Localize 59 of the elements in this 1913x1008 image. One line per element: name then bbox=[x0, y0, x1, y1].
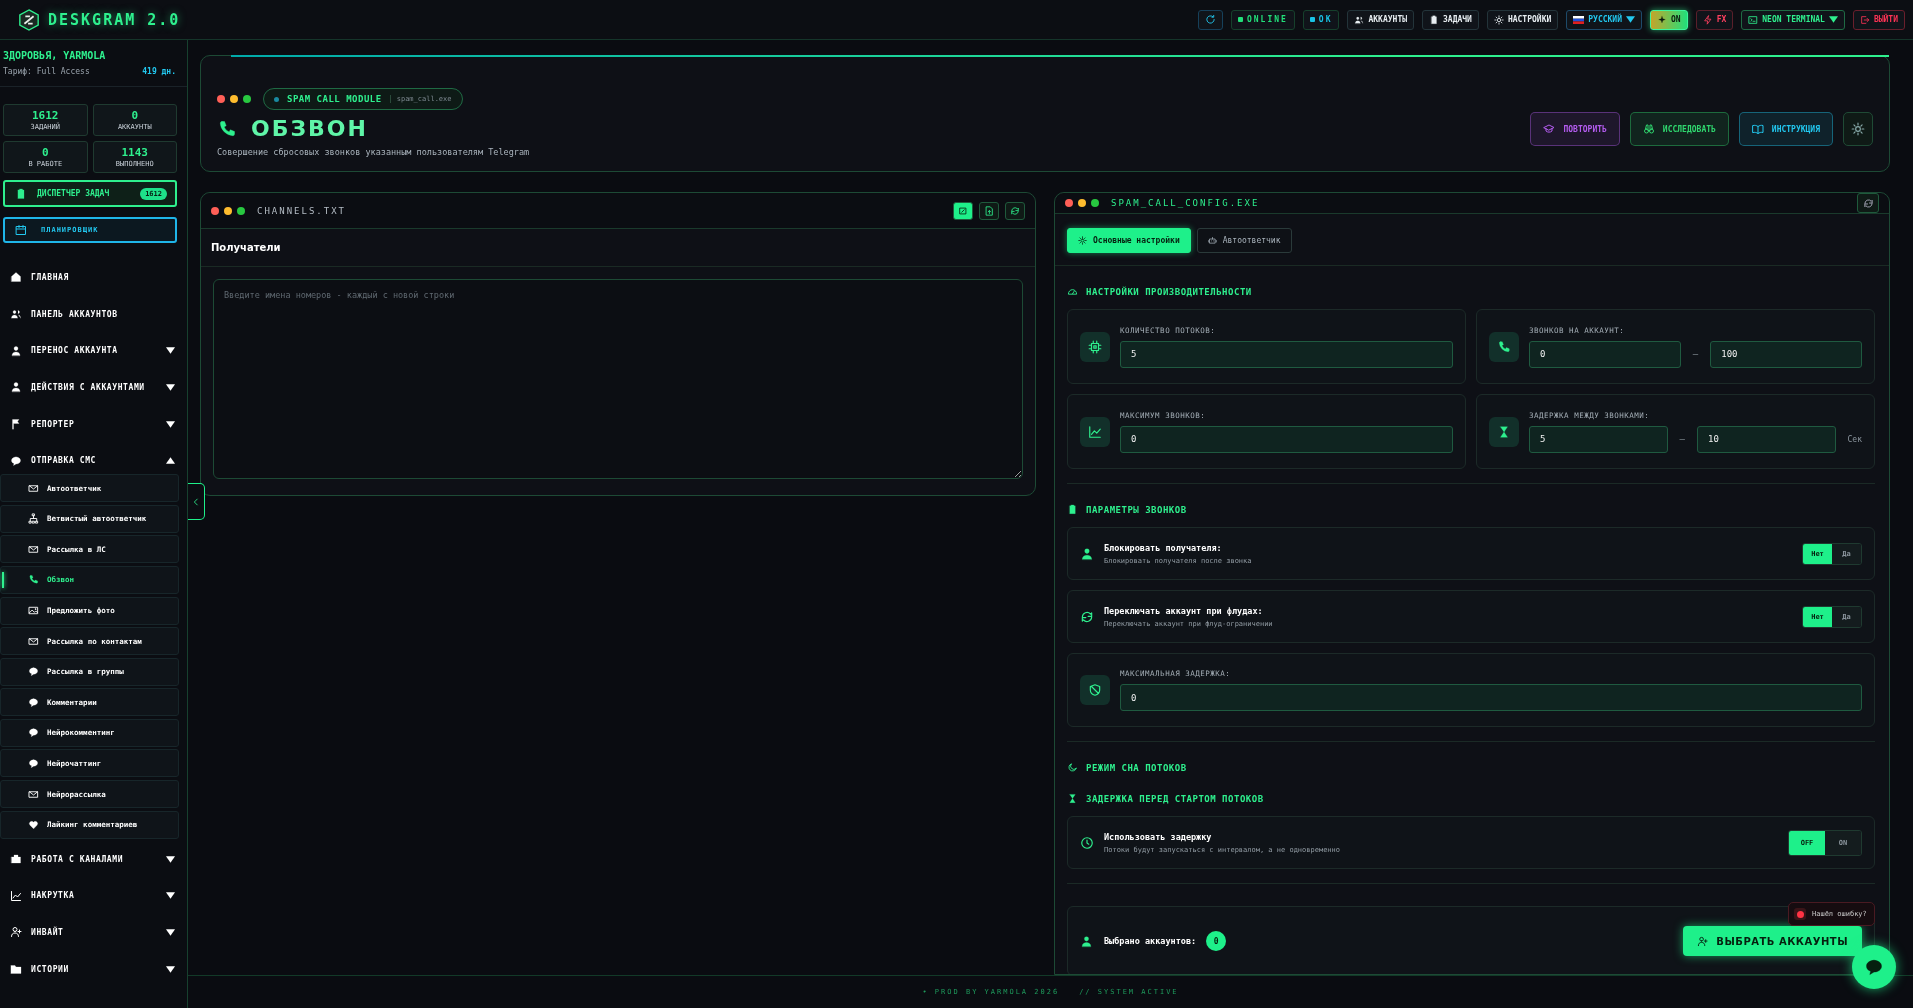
range-dash: — bbox=[1679, 434, 1685, 444]
app-title: DESKGRAM 2.0 bbox=[48, 10, 181, 29]
input-field[interactable]: 0 bbox=[1120, 684, 1862, 711]
panel-title: SPAM_CALL_CONFIG.EXE bbox=[1111, 198, 1260, 208]
nav-item[interactable]: РАБОТА С КАНАЛАМИ bbox=[0, 840, 187, 878]
toolbar-button[interactable]: ЗАДАЧИ bbox=[1422, 9, 1479, 30]
nav-item[interactable]: ИСТОРИИ bbox=[0, 950, 187, 988]
nav-item[interactable]: ПАНЕЛЬ АККАУНТОВ bbox=[0, 295, 187, 333]
status-indicator: OK bbox=[1302, 9, 1340, 30]
section-heading: РЕЖИМ СНА ПОТОКОВ bbox=[1086, 762, 1187, 773]
tab[interactable]: Автоответчик bbox=[1196, 228, 1292, 253]
section-heading: НАСТРОЙКИ ПРОИЗВОДИТЕЛЬНОСТИ bbox=[1086, 286, 1252, 297]
nav-item[interactable]: НАКРУТКА bbox=[0, 877, 187, 915]
panel-title: CHANNELS.TXT bbox=[257, 205, 347, 216]
count-badge: 0 bbox=[1206, 931, 1227, 951]
setting-title: Использовать задержку bbox=[1104, 831, 1213, 842]
setting-title: Переключать аккаунт при флудах: bbox=[1104, 605, 1264, 616]
recipients-field[interactable]: Введите имена номеров - каждый с новой строки bbox=[213, 279, 1023, 479]
page-title: ОБЗВОН bbox=[251, 116, 368, 141]
input-field[interactable]: 0 bbox=[1120, 425, 1453, 453]
module-name: SPAM CALL MODULE bbox=[287, 94, 382, 104]
stat-value: 1612 bbox=[32, 109, 59, 121]
unit-label: Сек bbox=[1847, 434, 1862, 444]
page-subtitle: Совершение сбросовых звонков указанным пользователям Telegram bbox=[217, 147, 531, 157]
nav-item[interactable]: ИНВАЙТ bbox=[0, 914, 187, 951]
range-dash: — bbox=[1692, 349, 1699, 359]
action-button[interactable]: ИНСТРУКЦИЯ bbox=[1738, 112, 1833, 146]
input-field[interactable]: 0 bbox=[1529, 340, 1681, 368]
selected-accounts-label: Выбрано аккаунтов: bbox=[1104, 936, 1197, 946]
nav-item[interactable]: ДЕЙСТВИЯ С АККАУНТАМИ bbox=[0, 369, 187, 406]
days-left: 419 дн. bbox=[142, 67, 176, 76]
nav-item[interactable]: ПЕРЕНОС АККАУНТА bbox=[0, 332, 187, 370]
tab[interactable]: Основные настройки bbox=[1067, 228, 1191, 253]
setting-title: Блокировать получателя: bbox=[1104, 542, 1223, 553]
select-accounts-button[interactable]: ВЫБРАТЬ АККАУНТЫ bbox=[1683, 926, 1862, 956]
theme-dropdown[interactable]: NEON TERMINAL bbox=[1741, 9, 1845, 30]
toggle-button[interactable]: ON bbox=[1650, 9, 1688, 30]
toolbar-button[interactable]: АККАУНТЫ bbox=[1347, 9, 1414, 30]
section-heading: ЗАДЕРЖКА ПЕРЕД СТАРТОМ ПОТОКОВ bbox=[1086, 793, 1264, 804]
nav-item[interactable]: ГЛАВНАЯ bbox=[0, 259, 187, 296]
user-greeting: ЗДОРОВЬЯ, YARMOLA bbox=[3, 50, 107, 61]
logout-button[interactable]: ВЫЙТИ bbox=[1852, 9, 1905, 30]
input-field[interactable]: 10 bbox=[1697, 425, 1836, 453]
toolbar-button[interactable]: НАСТРОЙКИ bbox=[1486, 9, 1559, 30]
section-label: Получатели bbox=[211, 242, 281, 253]
nav-item[interactable]: РЕПОРТЕР bbox=[0, 405, 187, 443]
stat-value: 0 bbox=[131, 109, 139, 121]
input-field[interactable]: 5 bbox=[1529, 425, 1668, 453]
section-heading: ПАРАМЕТРЫ ЗВОНКОВ bbox=[1086, 504, 1187, 515]
action-button[interactable]: ПОВТОРИТЬ bbox=[1530, 112, 1620, 146]
stat-value: 1143 bbox=[121, 146, 148, 158]
action-button[interactable]: ИССЛЕДОВАТЬ bbox=[1629, 112, 1729, 146]
input-field[interactable]: 100 bbox=[1710, 340, 1862, 368]
plan-label: Тариф: Full Access bbox=[3, 67, 90, 76]
input-field[interactable]: 5 bbox=[1120, 340, 1453, 368]
stat-value: 0 bbox=[41, 146, 49, 158]
language-dropdown[interactable]: РУССКИЙ bbox=[1566, 9, 1642, 30]
status-indicator: ONLINE bbox=[1230, 9, 1295, 30]
toolbar-button[interactable]: FX bbox=[1695, 9, 1734, 30]
